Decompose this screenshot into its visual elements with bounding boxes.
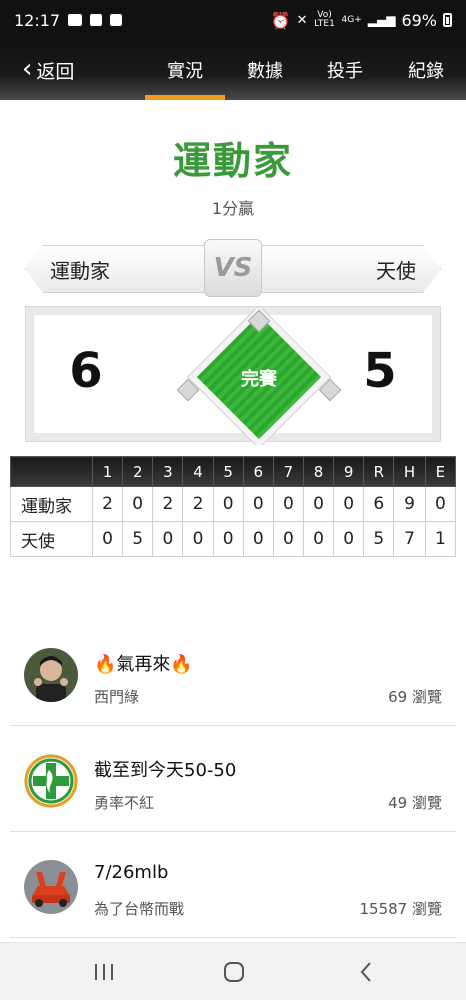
header-hits: H <box>393 456 426 487</box>
score-cell: 0 <box>91 521 124 557</box>
away-score: 5 <box>363 343 397 399</box>
post-title[interactable]: 截至到今天50-50 <box>94 756 236 782</box>
score-cell: 0 <box>242 486 274 522</box>
home-button[interactable] <box>214 957 254 987</box>
avatar <box>24 860 78 914</box>
alarm-icon: ⏰ <box>270 10 291 30</box>
checkbox-icon <box>90 14 103 26</box>
home-icon <box>224 962 244 982</box>
score-cell: 2 <box>182 486 214 522</box>
list-item[interactable]: 截至到今天50-50 勇率不紅 49 瀏覽 <box>10 726 456 832</box>
post-title[interactable]: 🔥氣再來🔥 <box>94 650 193 676</box>
image-icon <box>110 14 123 26</box>
winner-title: 運動家 <box>172 139 293 183</box>
status-time: 12:17 <box>14 10 61 30</box>
runs-cell: 5 <box>363 521 395 557</box>
score-cell: 0 <box>212 521 244 557</box>
back-label: 返回 <box>36 61 75 83</box>
recent-apps-button[interactable] <box>84 957 124 987</box>
header-inning: 3 <box>152 456 184 487</box>
post-views: 15587 瀏覽 <box>359 900 443 918</box>
tab-pitchers[interactable]: 投手 <box>305 57 385 83</box>
runs-cell: 6 <box>363 486 395 522</box>
avatar <box>24 648 78 702</box>
vs-badge: VS <box>204 239 262 297</box>
score-cell: 0 <box>152 521 184 557</box>
mute-icon: ✕ <box>296 12 308 28</box>
team-cell: 運動家 <box>10 486 93 522</box>
avatar <box>24 754 78 808</box>
back-arrow-icon <box>360 962 371 982</box>
back-button[interactable]: ‹ 返回 <box>22 54 75 84</box>
scoreboard: 6 5 完賽 <box>25 306 441 445</box>
table-row: 運動家 2 0 2 2 0 0 0 0 0 6 9 0 <box>10 486 457 522</box>
hits-cell: 9 <box>393 486 426 522</box>
header-inning: 5 <box>212 456 244 487</box>
errors-cell: 1 <box>424 521 457 557</box>
status-bar: 12:17 ⏰ ✕ Vo) LTE1 4G+ ▂▄▆ 69% <box>0 0 466 40</box>
header-inning: 1 <box>91 456 124 487</box>
post-author: 勇率不紅 <box>94 794 155 812</box>
header-inning: 4 <box>182 456 214 487</box>
volte-indicator: Vo) LTE1 <box>314 10 335 29</box>
score-cell: 0 <box>333 521 365 557</box>
errors-cell: 0 <box>424 486 457 522</box>
post-title[interactable]: 7/26mlb <box>94 862 168 883</box>
tab-records[interactable]: 紀錄 <box>386 57 466 83</box>
score-cell: 0 <box>302 486 335 522</box>
home-team-name[interactable]: 運動家 <box>25 245 230 293</box>
post-author: 西門綠 <box>94 688 140 706</box>
network-indicator: 4G+ <box>341 14 362 25</box>
hits-cell: 7 <box>393 521 426 557</box>
result-text: 1分贏 <box>211 199 255 218</box>
score-cell: 0 <box>182 521 214 557</box>
home-score: 6 <box>69 343 103 399</box>
recent-apps-icon <box>95 964 113 980</box>
list-item[interactable]: 7/26mlb 為了台幣而戰 15587 瀏覽 <box>10 832 456 938</box>
mail-icon <box>68 14 83 26</box>
post-views: 69 瀏覽 <box>388 688 442 706</box>
battery-percent: 69% <box>401 10 437 30</box>
header-inning: 2 <box>122 456 154 487</box>
linescore-table: 1 2 3 4 5 6 7 8 9 R H E 運動家 2 0 2 2 0 0 … <box>10 456 457 557</box>
header-inning: 9 <box>333 456 365 487</box>
post-author: 為了台幣而戰 <box>94 900 185 918</box>
tab-live[interactable]: 實況 <box>145 57 225 100</box>
score-cell: 0 <box>122 486 154 522</box>
linescore-header: 1 2 3 4 5 6 7 8 9 R H E <box>10 456 457 487</box>
score-cell: 0 <box>302 521 335 557</box>
signal-icon: ▂▄▆ <box>367 13 396 27</box>
score-cell: 0 <box>242 521 274 557</box>
header-inning: 7 <box>272 456 304 487</box>
header-nav: ‹ 返回 實況 數據 投手 紀錄 <box>0 40 466 100</box>
system-nav-bar <box>0 942 466 1000</box>
header-errors: E <box>424 456 457 487</box>
post-views: 49 瀏覽 <box>388 794 442 812</box>
header-inning: 6 <box>242 456 274 487</box>
header-blank <box>10 456 93 487</box>
table-row: 天使 0 5 0 0 0 0 0 0 0 5 7 1 <box>10 521 457 557</box>
battery-icon <box>443 13 452 27</box>
away-team-name[interactable]: 天使 <box>236 245 441 293</box>
score-cell: 2 <box>152 486 184 522</box>
header-runs: R <box>363 456 395 487</box>
score-cell: 2 <box>91 486 124 522</box>
score-cell: 0 <box>272 521 304 557</box>
team-cell: 天使 <box>10 521 93 557</box>
list-item[interactable]: 🔥氣再來🔥 西門綠 69 瀏覽 <box>10 620 456 726</box>
score-cell: 0 <box>272 486 304 522</box>
score-cell: 0 <box>333 486 365 522</box>
chevron-left-icon: ‹ <box>22 54 33 84</box>
tab-stats[interactable]: 數據 <box>225 57 305 83</box>
matchup-bar: 運動家 VS 天使 <box>25 239 441 297</box>
game-status: 完賽 <box>241 369 277 390</box>
score-cell: 5 <box>122 521 154 557</box>
back-nav-button[interactable] <box>346 957 386 987</box>
score-cell: 0 <box>212 486 244 522</box>
header-inning: 8 <box>302 456 335 487</box>
